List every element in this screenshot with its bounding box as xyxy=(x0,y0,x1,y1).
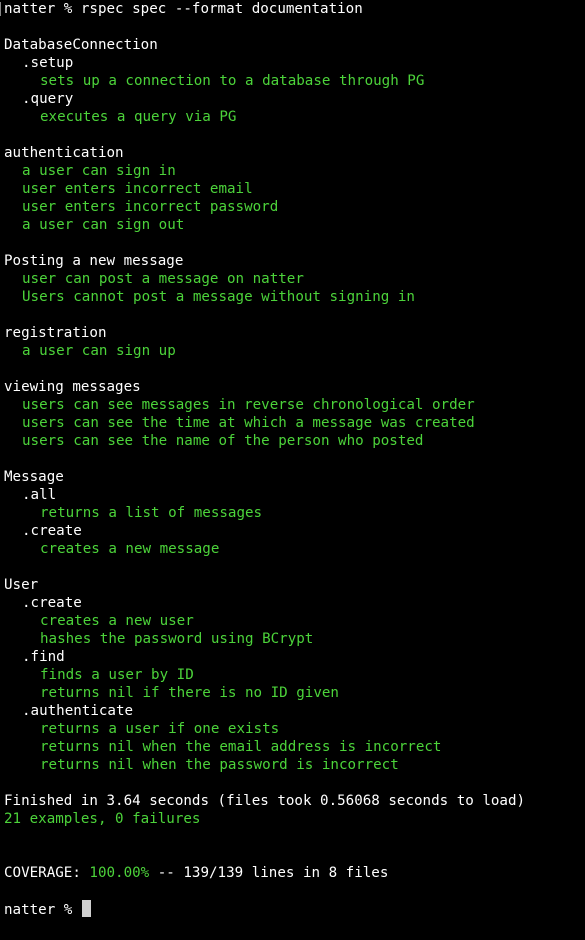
group-title: Message xyxy=(4,469,64,485)
passing-example: returns a list of messages xyxy=(40,505,263,521)
caret-marker xyxy=(0,2,1,16)
context-title: .find xyxy=(22,649,65,665)
group-title: User xyxy=(4,577,39,593)
final-prompt-line[interactable]: natter % xyxy=(4,900,585,918)
coverage-line: COVERAGE: 100.00% -- 139/139 lines in 8 … xyxy=(4,864,585,882)
passing-example: returns nil when the email address is in… xyxy=(40,739,442,755)
passing-example: returns a user if one exists xyxy=(40,721,280,737)
coverage-label: COVERAGE: xyxy=(4,865,81,881)
coverage-detail: -- 139/139 lines in 8 files xyxy=(157,865,389,881)
passing-example: creates a new user xyxy=(40,613,194,629)
passing-example: hashes the password using BCrypt xyxy=(40,631,314,647)
group-title: Posting a new message xyxy=(4,253,184,269)
passing-example: creates a new message xyxy=(40,541,220,557)
terminal-window[interactable]: natter % rspec spec --format documentati… xyxy=(0,0,585,940)
finished-summary: Finished in 3.64 seconds (files took 0.5… xyxy=(4,793,526,809)
coverage-percent: 100.00% xyxy=(89,865,150,881)
passing-example: users can see the time at which a messag… xyxy=(22,415,475,431)
context-title: .authenticate xyxy=(22,703,134,719)
passing-example: returns nil when the password is incorre… xyxy=(40,757,399,773)
passing-example: finds a user by ID xyxy=(40,667,194,683)
context-title: .query xyxy=(22,91,74,107)
passing-example: users can see messages in reverse chrono… xyxy=(22,397,475,413)
prompt: natter % xyxy=(4,1,73,17)
passing-example: user enters incorrect email xyxy=(22,181,253,197)
context-title: .create xyxy=(22,595,82,611)
examples-summary: 21 examples, 0 failures xyxy=(4,811,201,827)
group-title: viewing messages xyxy=(4,379,141,395)
group-title: DatabaseConnection xyxy=(4,37,158,53)
passing-example: sets up a connection to a database throu… xyxy=(40,73,425,89)
group-title: registration xyxy=(4,325,107,341)
group-title: authentication xyxy=(4,145,124,161)
passing-example: a user can sign up xyxy=(22,343,176,359)
passing-example: users can see the name of the person who… xyxy=(22,433,424,449)
passing-example: executes a query via PG xyxy=(40,109,237,125)
command-line: natter % rspec spec --format documentati… xyxy=(4,0,585,18)
passing-example: user can post a message on natter xyxy=(22,271,304,287)
context-title: .all xyxy=(22,487,57,503)
passing-example: user enters incorrect password xyxy=(22,199,279,215)
context-title: .setup xyxy=(22,55,74,71)
passing-example: a user can sign out xyxy=(22,217,185,233)
passing-example: returns nil if there is no ID given xyxy=(40,685,339,701)
command-text: rspec spec --format documentation xyxy=(80,1,363,17)
text-cursor xyxy=(81,900,91,917)
passing-example: a user can sign in xyxy=(22,163,176,179)
context-title: .create xyxy=(22,523,82,539)
passing-example: Users cannot post a message without sign… xyxy=(22,289,415,305)
prompt: natter % xyxy=(4,902,73,918)
